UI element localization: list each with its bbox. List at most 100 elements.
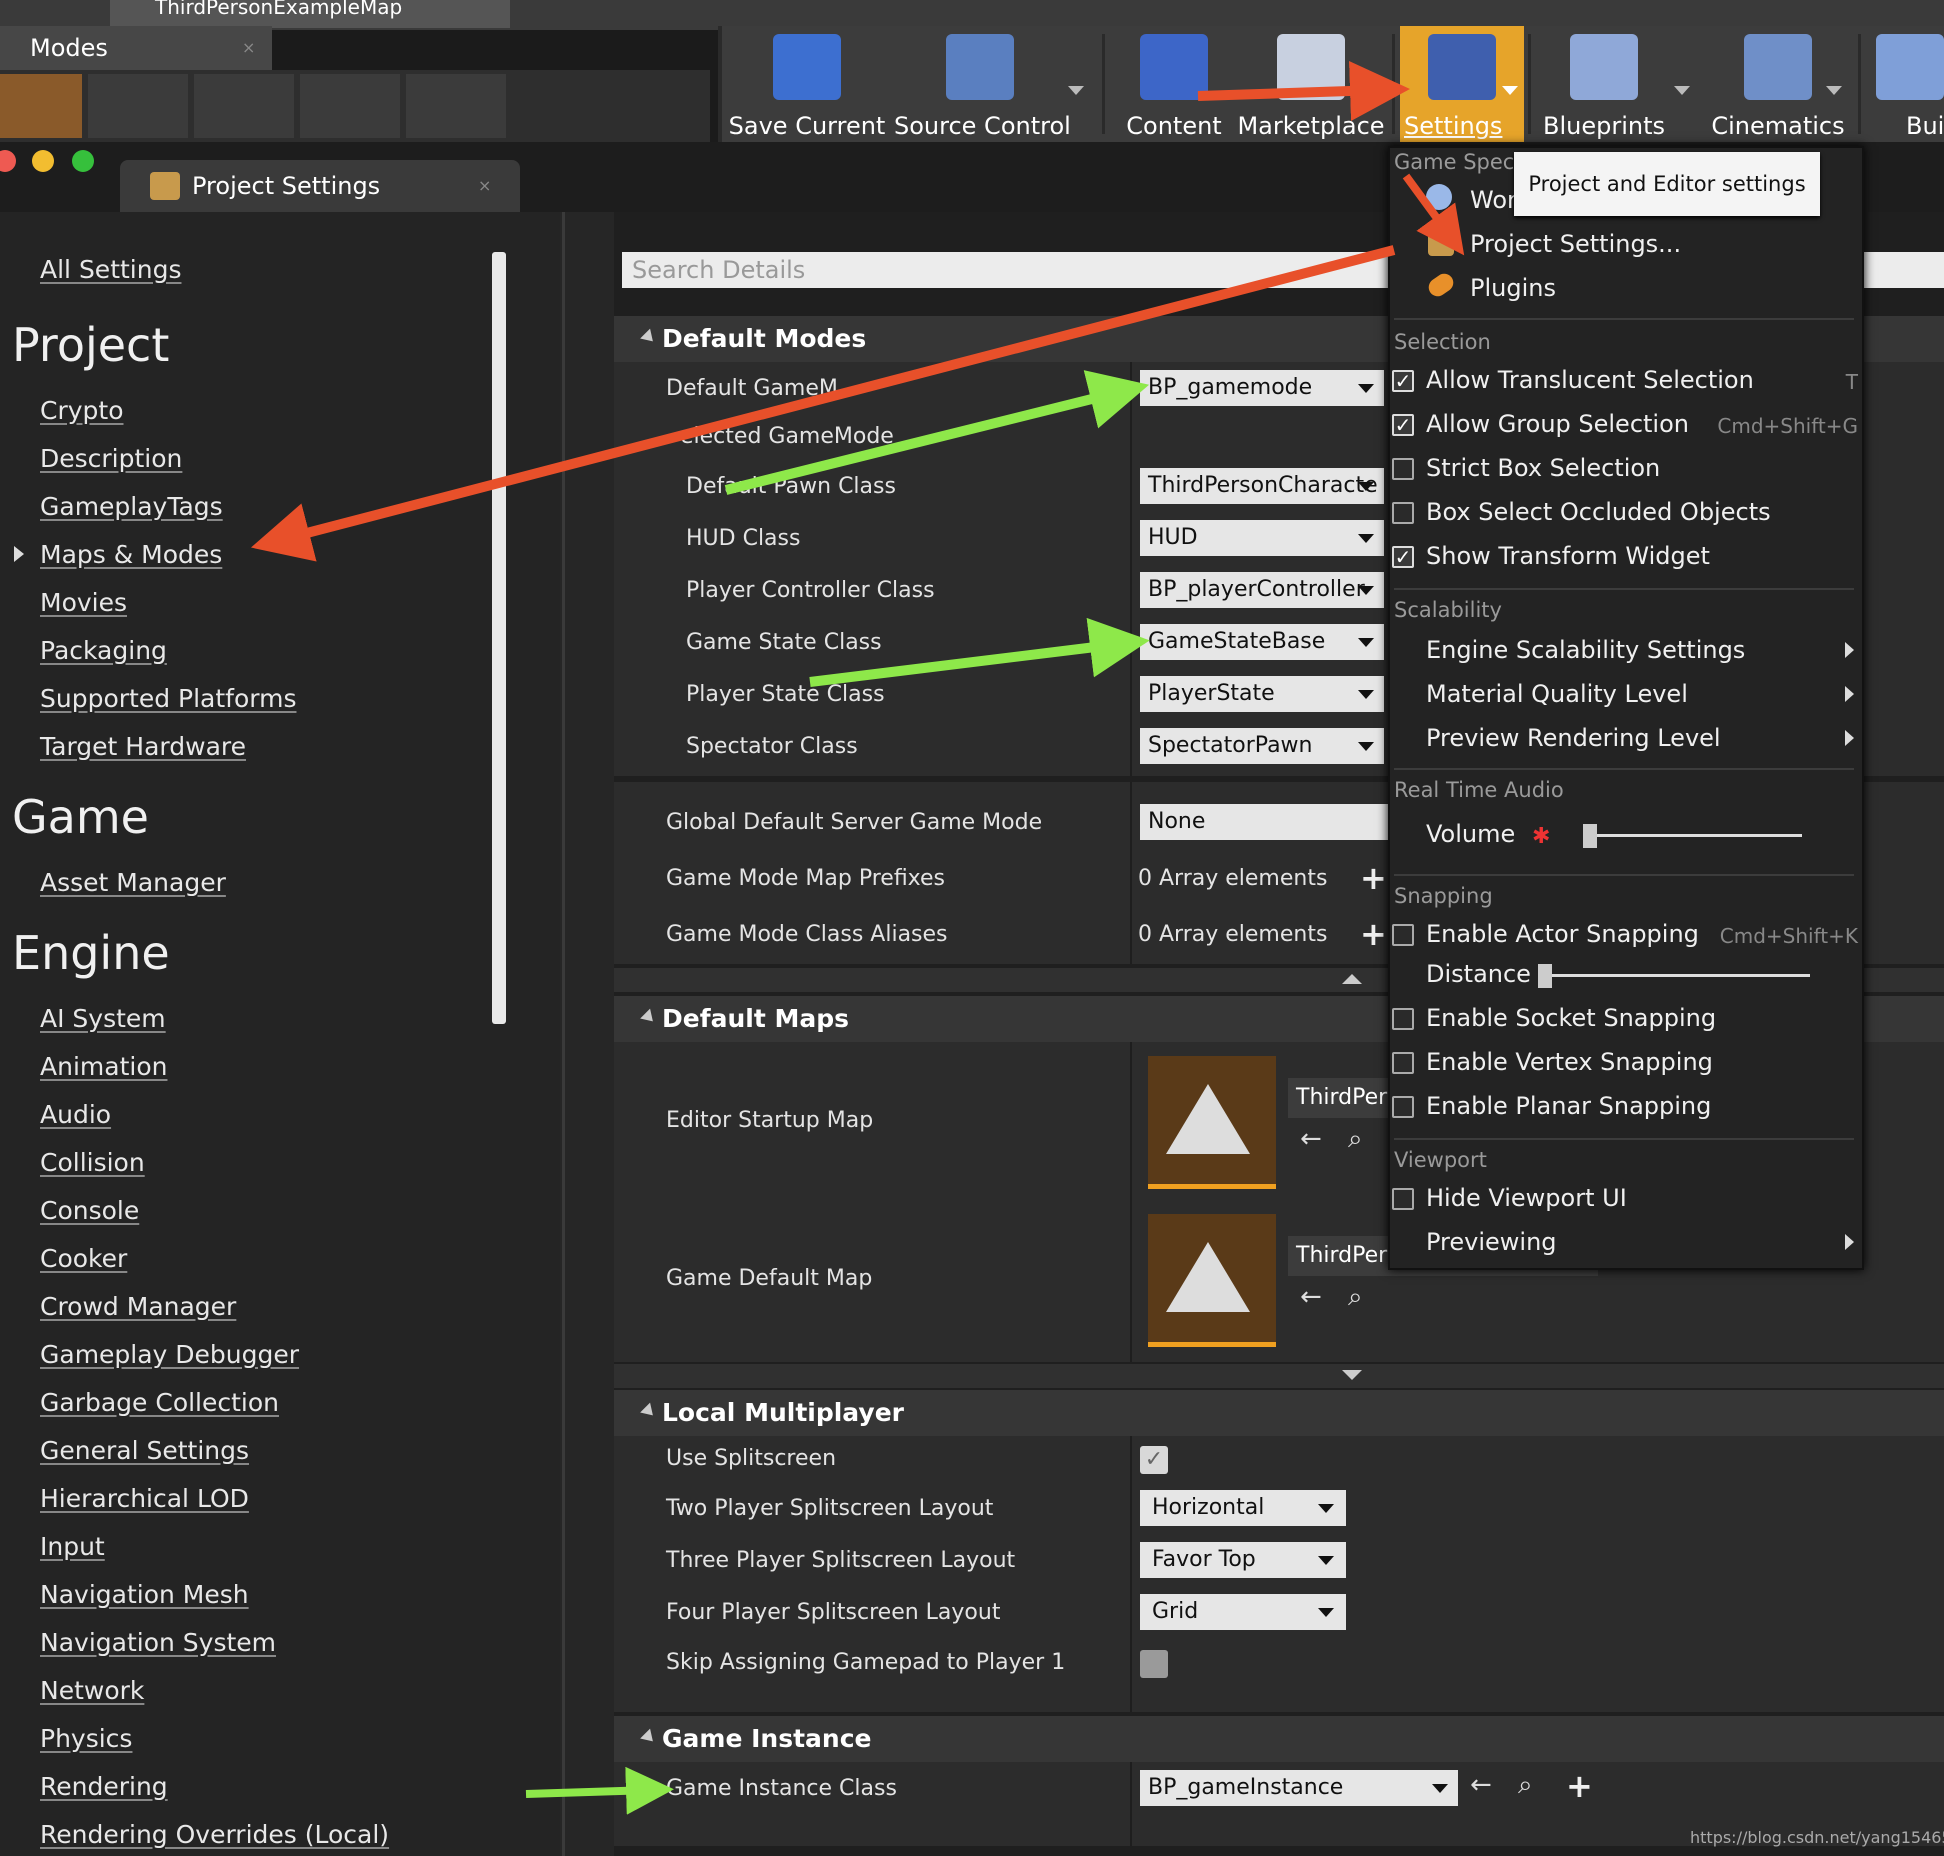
previewing-item[interactable]: Previewing	[1426, 1228, 1557, 1256]
use-selected-arrow-icon[interactable]: ←	[1300, 1124, 1322, 1154]
four-player-layout-dropdown[interactable]: Grid	[1140, 1594, 1346, 1630]
two-player-layout-dropdown[interactable]: Horizontal	[1140, 1490, 1346, 1526]
save-current-button[interactable]: Save Current	[726, 26, 888, 142]
player-controller-class-dropdown[interactable]: BP_playerController	[1140, 572, 1384, 608]
vertex-snapping-checkbox[interactable]	[1392, 1052, 1414, 1074]
distance-slider-handle[interactable]	[1538, 964, 1553, 988]
volume-slider[interactable]	[1586, 834, 1802, 837]
sidebar-item-navigation-mesh[interactable]: Navigation Mesh	[40, 1580, 249, 1609]
search-icon[interactable]: ⌕	[1348, 1282, 1363, 1313]
chevron-down-icon[interactable]	[1826, 86, 1842, 95]
sidebar-item-console[interactable]: Console	[40, 1196, 139, 1225]
search-icon[interactable]: ⌕	[1348, 1124, 1363, 1155]
sidebar-item-network[interactable]: Network	[40, 1676, 144, 1705]
geometry-mode-icon[interactable]	[406, 74, 506, 138]
add-icon[interactable]: +	[1360, 862, 1387, 894]
sidebar-item-crypto[interactable]: Crypto	[40, 396, 124, 425]
sidebar-item-gameplaytags[interactable]: GameplayTags	[40, 492, 223, 521]
sidebar-item-rendering[interactable]: Rendering	[40, 1772, 168, 1801]
hide-viewport-ui-item[interactable]: Hide Viewport UI	[1426, 1184, 1627, 1212]
maximize-window-icon[interactable]	[72, 150, 94, 172]
allow-translucent-item[interactable]: Allow Translucent Selection	[1426, 366, 1754, 394]
close-icon[interactable]: ×	[478, 160, 491, 212]
game-instance-header[interactable]: Game Instance	[614, 1716, 1944, 1762]
sidebar-item-asset-manager[interactable]: Asset Manager	[40, 868, 226, 897]
blueprints-button[interactable]: Blueprints	[1534, 26, 1674, 142]
show-transform-checkbox[interactable]: ✓	[1392, 546, 1414, 568]
all-settings-link[interactable]: All Settings	[40, 255, 181, 284]
hide-viewport-ui-checkbox[interactable]	[1392, 1188, 1414, 1210]
sidebar-item-gameplay-debugger[interactable]: Gameplay Debugger	[40, 1340, 299, 1369]
mute-speaker-icon[interactable]: ✱	[1532, 824, 1550, 849]
box-occluded-item[interactable]: Box Select Occluded Objects	[1426, 498, 1771, 526]
volume-slider-handle[interactable]	[1583, 824, 1598, 848]
build-button[interactable]: Build	[1870, 26, 1944, 142]
advanced-expand-bar[interactable]	[614, 1364, 1944, 1388]
cinematics-button[interactable]: Cinematics	[1696, 26, 1860, 142]
local-multiplayer-header[interactable]: Local Multiplayer	[614, 1390, 1944, 1436]
sidebar-item-ai-system[interactable]: AI System	[40, 1004, 166, 1033]
use-selected-arrow-icon[interactable]: ←	[1470, 1770, 1492, 1800]
expand-arrow-icon[interactable]	[14, 546, 24, 562]
game-instance-class-dropdown[interactable]: BP_gameInstance	[1140, 1770, 1458, 1806]
minimize-window-icon[interactable]	[32, 150, 54, 172]
player-state-class-dropdown[interactable]: PlayerState	[1140, 676, 1384, 712]
level-tab[interactable]: ThirdPersonExampleMap	[110, 0, 510, 28]
chevron-down-icon[interactable]	[1502, 86, 1518, 95]
sidebar-item-general-settings[interactable]: General Settings	[40, 1436, 249, 1465]
game-state-class-dropdown[interactable]: GameStateBase	[1140, 624, 1384, 660]
global-default-server-gamemode-dropdown[interactable]: None	[1140, 804, 1390, 840]
three-player-layout-dropdown[interactable]: Favor Top	[1140, 1542, 1346, 1578]
sidebar-item-cooker[interactable]: Cooker	[40, 1244, 127, 1273]
hud-class-dropdown[interactable]: HUD	[1140, 520, 1384, 556]
sidebar-item-audio[interactable]: Audio	[40, 1100, 111, 1129]
source-control-button[interactable]: Source Control	[894, 26, 1071, 142]
socket-snapping-checkbox[interactable]	[1392, 1008, 1414, 1030]
plugins-item[interactable]: Plugins	[1470, 274, 1556, 302]
use-splitscreen-checkbox[interactable]: ✓	[1140, 1446, 1168, 1474]
add-icon[interactable]: +	[1566, 1770, 1593, 1802]
sidebar-item-garbage-collection[interactable]: Garbage Collection	[40, 1388, 279, 1417]
sidebar-item-maps-modes[interactable]: Maps & Modes	[40, 540, 222, 569]
modes-tab[interactable]: Modes ×	[0, 26, 272, 70]
allow-group-checkbox[interactable]: ✓	[1392, 414, 1414, 436]
default-gamemode-dropdown[interactable]: BP_gamemode	[1140, 370, 1384, 406]
strict-box-checkbox[interactable]	[1392, 458, 1414, 480]
project-settings-item[interactable]: Project Settings...	[1470, 230, 1681, 258]
show-transform-item[interactable]: Show Transform Widget	[1426, 542, 1710, 570]
planar-snapping-item[interactable]: Enable Planar Snapping	[1426, 1092, 1711, 1120]
allow-translucent-checkbox[interactable]: ✓	[1392, 370, 1414, 392]
landscape-mode-icon[interactable]	[194, 74, 294, 138]
chevron-down-icon[interactable]	[1068, 86, 1084, 95]
spectator-class-dropdown[interactable]: SpectatorPawn	[1140, 728, 1384, 764]
sidebar-item-hierarchical-lod[interactable]: Hierarchical LOD	[40, 1484, 249, 1513]
close-icon[interactable]: ×	[242, 26, 255, 70]
marketplace-button[interactable]: Marketplace	[1232, 26, 1390, 142]
add-icon[interactable]: +	[1360, 918, 1387, 950]
actor-snapping-checkbox[interactable]	[1392, 924, 1414, 946]
vertex-snapping-item[interactable]: Enable Vertex Snapping	[1426, 1048, 1713, 1076]
sidebar-item-target-hardware[interactable]: Target Hardware	[40, 732, 246, 761]
sidebar-item-navigation-system[interactable]: Navigation System	[40, 1628, 276, 1657]
map-thumbnail[interactable]	[1148, 1056, 1276, 1189]
sidebar-item-supported-platforms[interactable]: Supported Platforms	[40, 684, 296, 713]
use-selected-arrow-icon[interactable]: ←	[1300, 1282, 1322, 1312]
engine-scalability-item[interactable]: Engine Scalability Settings	[1426, 636, 1745, 664]
foliage-mode-icon[interactable]	[300, 74, 400, 138]
chevron-down-icon[interactable]	[1674, 86, 1690, 95]
content-button[interactable]: Content	[1110, 26, 1238, 142]
planar-snapping-checkbox[interactable]	[1392, 1096, 1414, 1118]
sidebar-item-animation[interactable]: Animation	[40, 1052, 167, 1081]
default-pawn-class-dropdown[interactable]: ThirdPersonCharacte	[1140, 468, 1384, 504]
map-thumbnail[interactable]	[1148, 1214, 1276, 1347]
strict-box-item[interactable]: Strict Box Selection	[1426, 454, 1660, 482]
preview-rendering-item[interactable]: Preview Rendering Level	[1426, 724, 1721, 752]
actor-snapping-item[interactable]: Enable Actor Snapping	[1426, 920, 1699, 948]
material-quality-item[interactable]: Material Quality Level	[1426, 680, 1688, 708]
sidebar-item-packaging[interactable]: Packaging	[40, 636, 167, 665]
sidebar-item-description[interactable]: Description	[40, 444, 182, 473]
world-settings-item[interactable]: Wor	[1470, 186, 1517, 214]
sidebar-scrollbar[interactable]	[492, 252, 506, 1024]
skip-gamepad-checkbox[interactable]	[1140, 1650, 1168, 1678]
settings-button[interactable]: Settings	[1400, 26, 1524, 142]
